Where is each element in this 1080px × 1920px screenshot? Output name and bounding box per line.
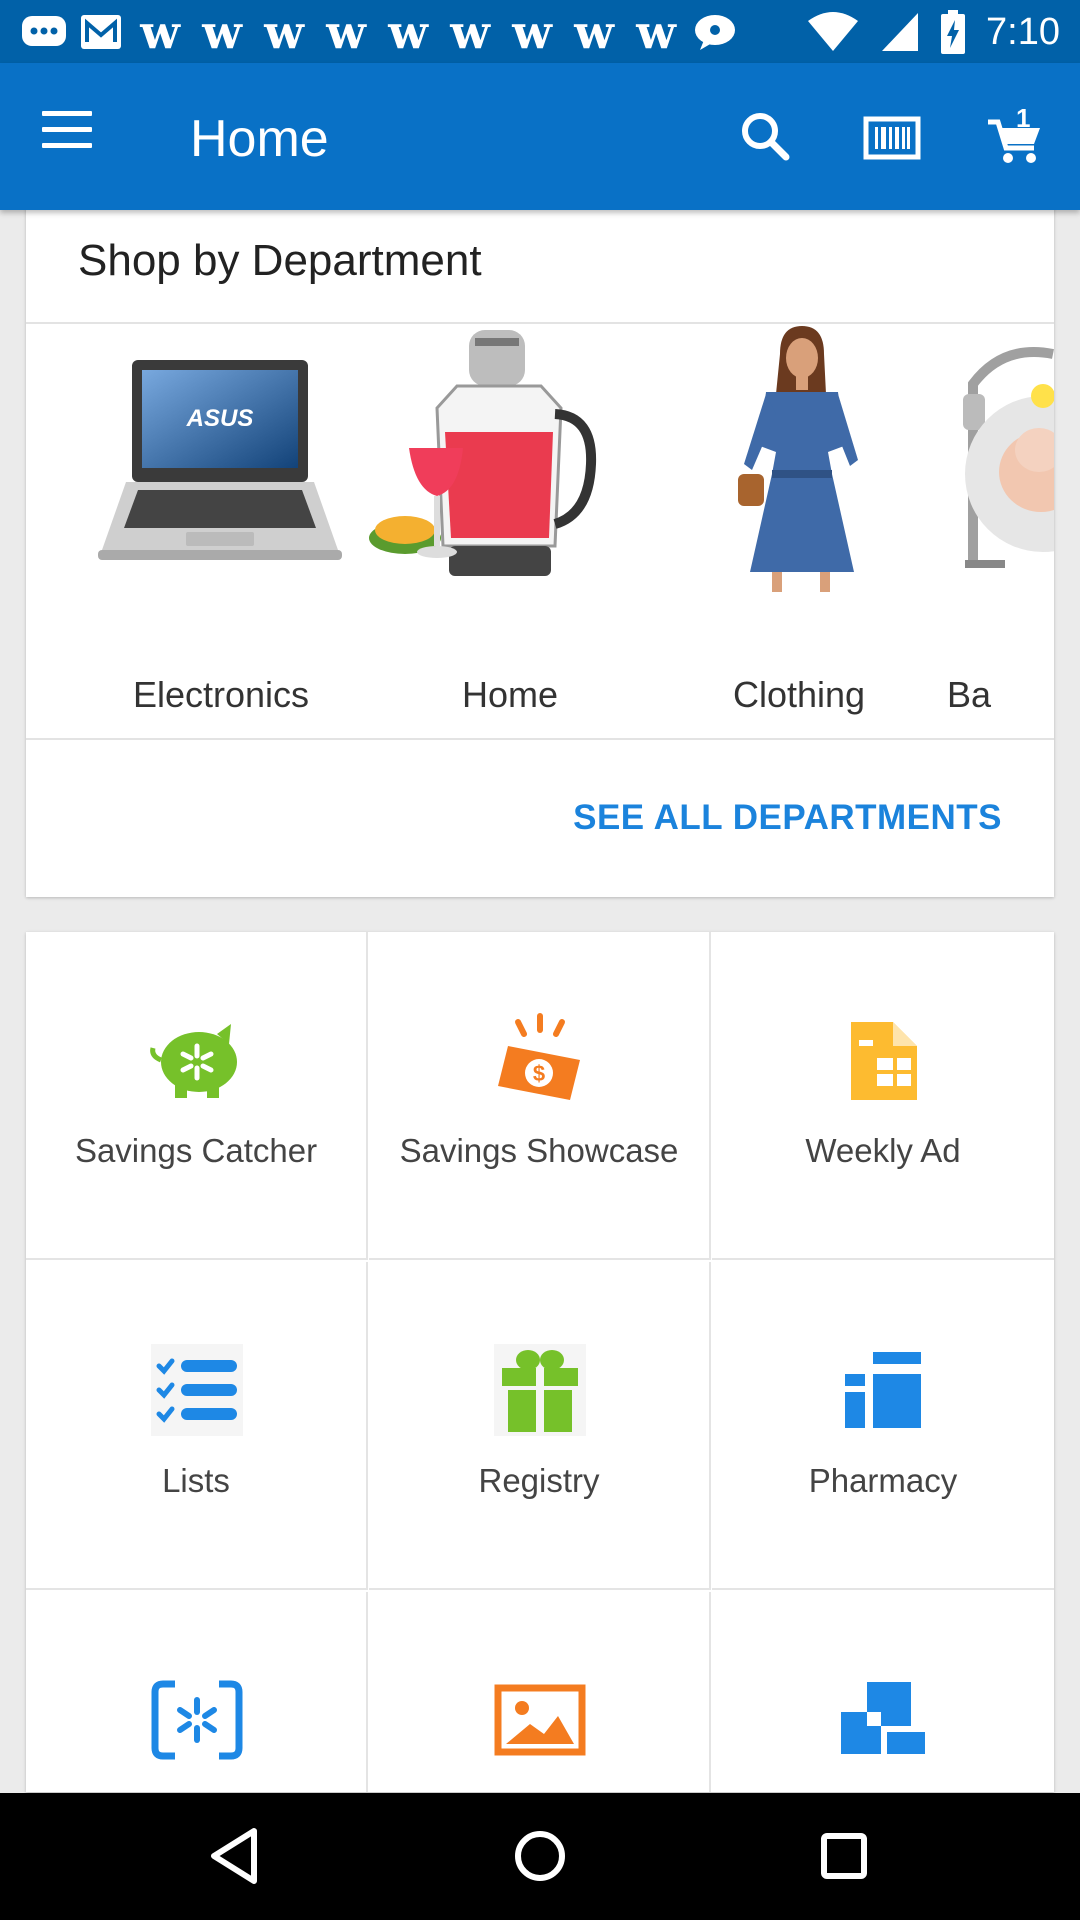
- spark-scan-icon: [151, 1680, 243, 1760]
- tile-label: Savings Showcase: [399, 1132, 679, 1169]
- tile-spark-scan[interactable]: [26, 1592, 368, 1792]
- stacked-blocks-icon: [841, 1682, 925, 1754]
- tile-label: Savings Catcher: [74, 1132, 318, 1169]
- mail-icon: [81, 15, 121, 49]
- department-baby[interactable]: Ba: [943, 324, 1054, 715]
- w-app-icon: w: [574, 5, 614, 59]
- message-icon: [695, 15, 735, 50]
- tile-pharmacy[interactable]: Pharmacy: [712, 1262, 1054, 1590]
- section-title: Shop by Department: [78, 236, 482, 285]
- dress-image: [738, 326, 858, 592]
- blender-image: [369, 330, 597, 576]
- search-icon[interactable]: [736, 108, 796, 168]
- tile-registry[interactable]: Registry: [369, 1262, 711, 1590]
- recents-icon[interactable]: [804, 1821, 884, 1891]
- department-label: Ba: [947, 674, 992, 715]
- svg-text:$: $: [533, 1061, 545, 1086]
- department-label: Electronics: [132, 674, 310, 715]
- back-icon[interactable]: [196, 1821, 276, 1891]
- tile-lists[interactable]: Lists: [26, 1262, 368, 1590]
- menu-icon[interactable]: [42, 111, 98, 161]
- piggy-bank-icon: [150, 1024, 237, 1098]
- tile-label: Weekly Ad: [805, 1132, 961, 1169]
- w-app-icon: w: [636, 5, 676, 59]
- shop-by-department-card: Shop by Department ASUS Electronics Home…: [26, 200, 1054, 897]
- home-circle-icon[interactable]: [500, 1821, 580, 1891]
- dollar-burst-icon: $: [498, 1013, 580, 1100]
- w-app-icon: w: [326, 5, 366, 59]
- wifi-icon: [808, 12, 859, 51]
- w-app-icon: w: [202, 5, 242, 59]
- w-app-icon: w: [140, 5, 180, 59]
- app-bar: Home 1: [0, 63, 1080, 210]
- checklist-icon: [151, 1344, 243, 1436]
- cart-count-badge: 1: [1016, 103, 1031, 133]
- department-electronics[interactable]: ASUS Electronics: [76, 324, 366, 715]
- see-all-departments-link[interactable]: SEE ALL DEPARTMENTS: [573, 798, 1002, 838]
- baby-swing-image: [963, 347, 1054, 568]
- tile-label: Registry: [478, 1462, 600, 1499]
- battery-icon: [941, 10, 966, 54]
- w-app-icon: w: [512, 5, 552, 59]
- pharmacy-icon: [845, 1352, 921, 1428]
- tile-savings-catcher[interactable]: Savings Catcher: [26, 932, 368, 1260]
- tile-label: Lists: [162, 1462, 230, 1499]
- laptop-image: ASUS: [98, 360, 342, 560]
- department-label: Clothing: [732, 674, 866, 715]
- barcode-icon[interactable]: [862, 108, 922, 168]
- photo-icon: [494, 1684, 586, 1756]
- clock: 7:10: [986, 10, 1060, 53]
- signal-icon: [882, 13, 919, 51]
- status-bar: w w w w w w w w w 7:10: [0, 0, 1080, 63]
- page-title: Home: [190, 110, 329, 168]
- department-label: Home: [461, 674, 559, 715]
- chat-bubble-icon: [22, 16, 66, 46]
- tile-stacked-blocks[interactable]: [712, 1592, 1054, 1792]
- tile-label: Pharmacy: [808, 1462, 958, 1499]
- tile-savings-showcase[interactable]: $ Savings Showcase: [369, 932, 711, 1260]
- notification-icons: w w w w w w w w w: [20, 5, 738, 59]
- weekly-ad-icon: [851, 1022, 917, 1100]
- department-clothing[interactable]: Clothing: [654, 324, 944, 715]
- gift-icon: [494, 1344, 586, 1436]
- w-app-icon: w: [388, 5, 428, 59]
- navigation-bar: [0, 1793, 1080, 1920]
- tile-photo[interactable]: [369, 1592, 711, 1792]
- system-icons: 7:10: [806, 6, 1060, 58]
- tile-weekly-ad[interactable]: Weekly Ad: [712, 932, 1054, 1260]
- w-app-icon: w: [450, 5, 490, 59]
- w-app-icon: w: [264, 5, 304, 59]
- department-home[interactable]: Home: [365, 324, 655, 715]
- svg-text:ASUS: ASUS: [186, 405, 254, 432]
- divider: [26, 738, 1054, 740]
- feature-grid: Savings Catcher $ Savings Showcase Weekl…: [26, 932, 1054, 1792]
